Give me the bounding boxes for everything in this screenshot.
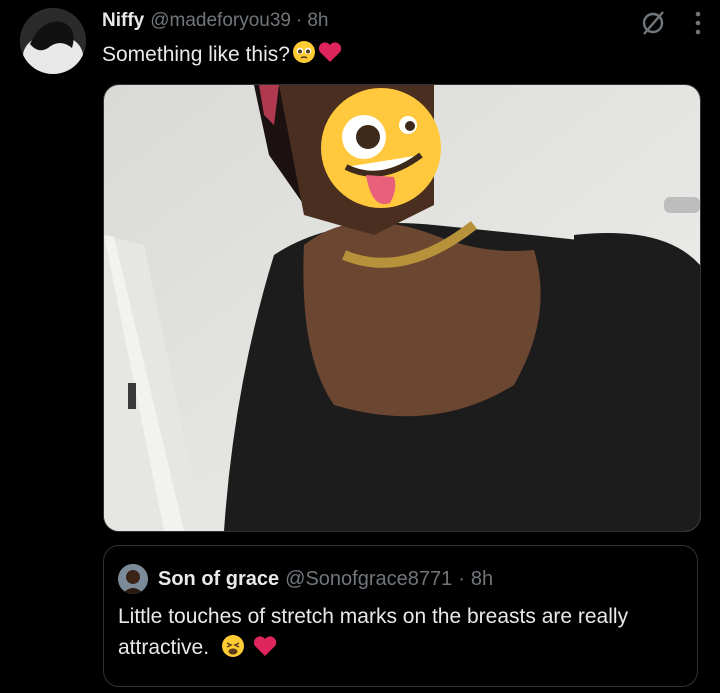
- author-handle[interactable]: @madeforyou39: [150, 10, 291, 32]
- quote-header: Son of grace @Sonofgrace8771 · 8h: [118, 564, 493, 594]
- tweet-time[interactable]: 8h: [307, 10, 328, 32]
- tweet-photo[interactable]: [103, 84, 701, 532]
- more-options-icon[interactable]: [694, 10, 702, 41]
- header-separator: ·: [296, 10, 303, 31]
- quote-author-avatar[interactable]: [118, 564, 148, 594]
- quote-time[interactable]: 8h: [471, 568, 493, 591]
- tweet-actions: [638, 8, 702, 43]
- quoted-tweet[interactable]: Son of grace @Sonofgrace8771 · 8h Little…: [103, 545, 698, 687]
- quote-separator: ·: [458, 567, 465, 590]
- quote-text: Little touches of stretch marks on the b…: [118, 601, 678, 667]
- pleading-face-icon: [292, 40, 316, 70]
- tweet-header: Niffy @madeforyou39 · 8h: [102, 8, 708, 34]
- author-name[interactable]: Niffy: [102, 10, 144, 32]
- tweet-text: Something like this?: [102, 40, 342, 70]
- tweet-text-body: Something like this?: [102, 43, 290, 66]
- grok-icon[interactable]: [638, 8, 668, 43]
- quote-author-name[interactable]: Son of grace: [158, 568, 279, 591]
- zany-face-icon: [316, 85, 446, 220]
- quote-author-handle[interactable]: @Sonofgrace8771: [285, 568, 452, 591]
- author-avatar[interactable]: [20, 8, 86, 74]
- red-heart-icon: [318, 41, 342, 69]
- quote-text-body: Little touches of stretch marks on the b…: [118, 605, 629, 659]
- tired-face-icon: [221, 634, 245, 667]
- red-heart-icon: [253, 635, 277, 666]
